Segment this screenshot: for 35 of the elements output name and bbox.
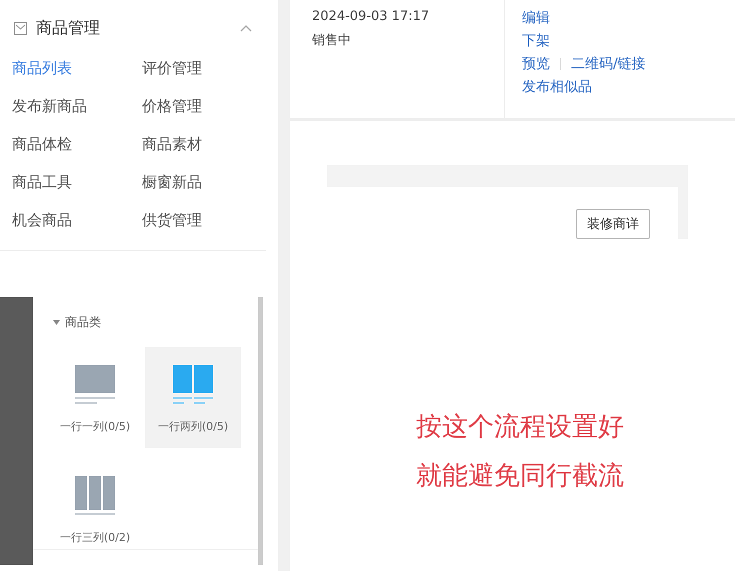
menu-item[interactable]: 商品素材 [142,135,262,154]
action-link[interactable]: 预览 [522,55,550,73]
envelope-icon [14,22,27,34]
action-link[interactable]: 发布相似品 [522,78,592,96]
menu-item[interactable]: 商品工具 [12,173,142,192]
action-link[interactable]: 下架 [522,32,550,50]
action-link[interactable]: 二维码/链接 [571,55,646,73]
action-link[interactable]: 编辑 [522,9,550,27]
chevron-icon[interactable] [240,24,252,32]
layout-label: 一行两列(0/5) [158,419,228,434]
layout-label: 一行三列(0/2) [60,530,130,545]
date-time: 2024-09-03 17:17 [312,9,430,24]
menu-item[interactable]: 橱窗新品 [142,173,262,192]
menu-item[interactable]: 商品列表 [12,59,142,78]
status-text: 销售中 [312,32,352,49]
layout-tile[interactable]: 一行两列(0/5) [145,347,241,448]
menu-item[interactable]: 发布新商品 [12,97,142,116]
menu-item[interactable]: 价格管理 [142,97,262,116]
annotation-text: 按这个流程设置好 [416,411,624,444]
menu-item[interactable]: 机会商品 [12,211,142,230]
single-column-layout-icon [75,365,115,405]
menu-item[interactable]: 评价管理 [142,59,262,78]
menu-title: 商品管理 [36,18,101,38]
layout-label: 一行一列(0/5) [60,419,130,434]
menu-item[interactable]: 商品体检 [12,135,142,154]
three-column-layout-icon [75,476,115,516]
menu-item[interactable]: 供货管理 [142,211,262,230]
scrollbar[interactable] [258,297,263,565]
annotation-text: 就能避免同行截流 [416,460,624,493]
two-column-layout-icon [173,365,213,405]
layout-tile[interactable]: 一行三列(0/2) [45,458,145,559]
caret-icon[interactable] [53,320,60,326]
layout-tile[interactable]: 一行一列(0/5) [45,347,145,448]
section-title: 商品类 [65,314,101,331]
decorate-button[interactable]: 装修商详 [576,209,650,239]
